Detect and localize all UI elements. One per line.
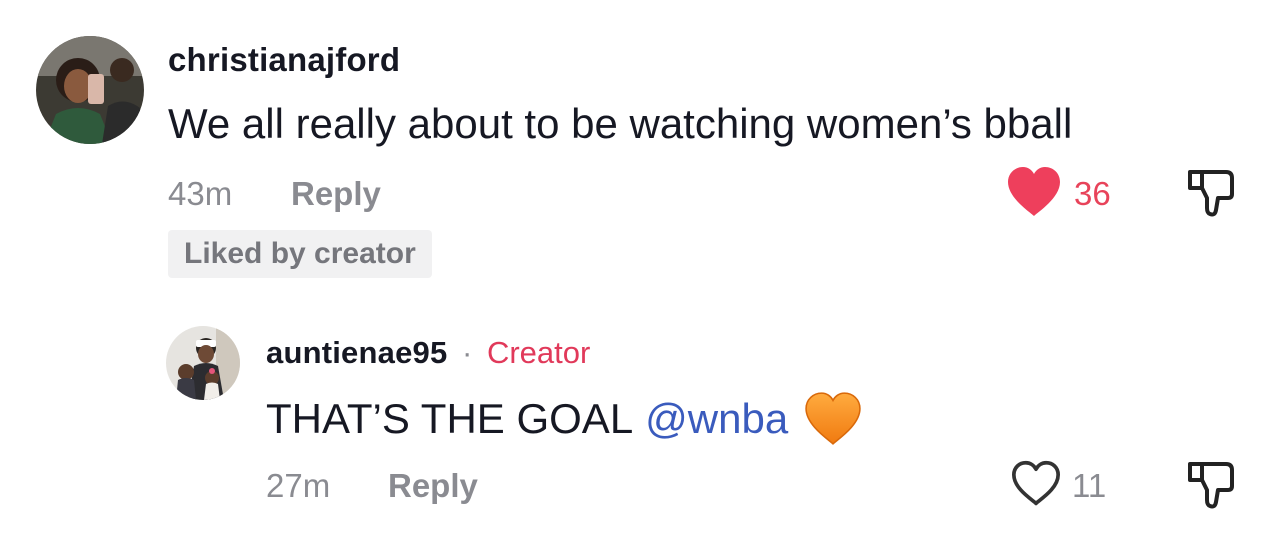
reply-like-button[interactable] — [1010, 460, 1062, 508]
reply-dislike-button[interactable] — [1186, 458, 1238, 510]
heart-filled-icon — [1008, 167, 1060, 216]
heart-outline-icon — [1012, 460, 1060, 506]
reply-like-count: 11 — [1072, 467, 1107, 504]
reply-reply-button[interactable]: Reply — [388, 466, 478, 506]
reply-header: auntienae95 · Creator — [266, 334, 590, 372]
dislike-button[interactable] — [1186, 166, 1238, 218]
comment-timestamp: 43m — [168, 175, 233, 212]
like-count: 36 — [1074, 175, 1111, 212]
dislike-icon — [1188, 170, 1234, 217]
reply-timestamp: 27m — [266, 467, 331, 504]
reply-text: THAT’S THE GOAL — [266, 395, 634, 442]
separator-dot: · — [462, 335, 473, 370]
reply-text-row: THAT’S THE GOAL @wnba — [266, 392, 862, 446]
like-button[interactable] — [1006, 166, 1062, 218]
orange-heart-emoji — [805, 392, 861, 445]
mention-link[interactable]: @wnba — [645, 393, 788, 445]
creator-tag: Creator — [486, 335, 591, 370]
liked-by-creator-badge: Liked by creator — [168, 230, 432, 278]
reply-button[interactable]: Reply — [291, 174, 381, 214]
comment-text: We all really about to be watching women… — [168, 100, 1073, 147]
avatar[interactable] — [36, 36, 144, 144]
comment-username[interactable]: christianajford — [168, 40, 400, 80]
dislike-icon — [1188, 462, 1234, 509]
reply-avatar[interactable] — [166, 326, 240, 400]
reply-username[interactable]: auntienae95 — [266, 335, 447, 370]
